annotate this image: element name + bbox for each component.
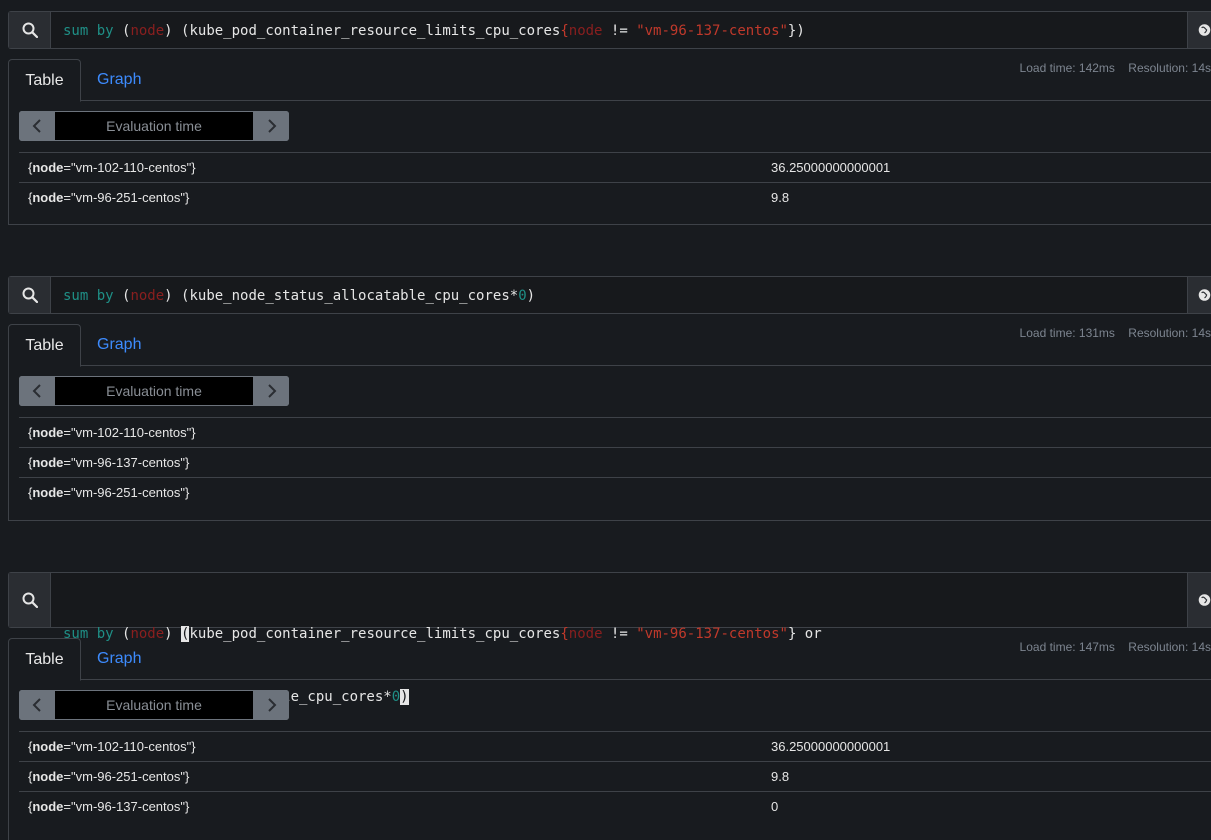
expression-token: ) — [526, 288, 536, 304]
prev-time-button[interactable] — [19, 111, 54, 141]
search-icon — [22, 22, 38, 38]
next-time-button[interactable] — [254, 690, 289, 720]
chevron-right-icon — [267, 698, 276, 712]
series-label: {node="vm-102-110-centos"} — [28, 160, 196, 175]
metrics-explorer-button[interactable] — [1187, 573, 1211, 627]
view-tabs: Table Graph — [8, 59, 1211, 102]
tab-table[interactable]: Table — [8, 324, 81, 367]
expression-token: sum by — [63, 288, 123, 304]
expression-input[interactable]: sum by (node) (kube_node_status_allocata… — [63, 286, 1181, 307]
evaluation-time-input[interactable]: Evaluation time — [55, 691, 253, 719]
chevron-right-icon — [267, 119, 276, 133]
prev-time-button[interactable] — [19, 690, 54, 720]
table-row: {node="vm-96-251-centos"} — [19, 477, 1211, 507]
table-row: {node="vm-102-110-centos"} — [19, 417, 1211, 447]
view-tabs: Table Graph — [8, 638, 1211, 681]
evaluation-time-input[interactable]: Evaluation time — [55, 112, 253, 140]
table-content: Evaluation time {node="vm-102-110-centos… — [8, 101, 1211, 225]
execute-button[interactable] — [9, 573, 51, 627]
expression-token: ) (kube_node_status_allocatable_cpu_core… — [164, 288, 519, 304]
expression-token: node — [568, 23, 603, 39]
metrics-explorer-button[interactable] — [1187, 277, 1211, 313]
result-table: {node="vm-102-110-centos"} 36.2500000000… — [19, 731, 1211, 821]
table-row: {node="vm-96-137-centos"} 0 — [19, 791, 1211, 821]
expression-token: 0 — [518, 288, 527, 304]
metrics-explorer-button[interactable] — [1187, 12, 1211, 48]
result-table: {node="vm-102-110-centos"} 36.2500000000… — [19, 152, 1211, 212]
view-tabs: Table Graph — [8, 324, 1211, 367]
series-value: 0 — [771, 799, 779, 814]
series-label: {node="vm-96-137-centos"} — [28, 799, 190, 814]
tab-table[interactable]: Table — [8, 638, 81, 681]
evaluation-time-input[interactable]: Evaluation time — [55, 377, 253, 405]
series-label: {node="vm-96-251-centos"} — [28, 769, 190, 784]
expression-token: "vm-96-137-centos" — [636, 23, 788, 39]
evaluation-time-picker: Evaluation time — [19, 376, 289, 406]
search-icon — [22, 592, 38, 608]
series-label: {node="vm-102-110-centos"} — [28, 425, 196, 440]
execute-button[interactable] — [9, 277, 51, 313]
tab-graph[interactable]: Graph — [97, 59, 141, 101]
result-table: {node="vm-102-110-centos"} {node="vm-96-… — [19, 417, 1211, 507]
table-row: {node="vm-96-251-centos"} 9.8 — [19, 761, 1211, 791]
chevron-right-icon — [267, 384, 276, 398]
expression-token: node — [130, 23, 165, 39]
chevron-left-icon — [32, 119, 41, 133]
table-content: Evaluation time {node="vm-102-110-centos… — [8, 680, 1211, 840]
table-row: {node="vm-96-137-centos"} — [19, 447, 1211, 477]
expression-token: { — [560, 23, 569, 39]
query-bar: sum by (node) (kube_pod_container_resour… — [8, 572, 1211, 705]
table-content: Evaluation time {node="vm-102-110-centos… — [8, 366, 1211, 521]
expression-input[interactable]: sum by (node) (kube_pod_container_resour… — [63, 21, 1181, 42]
series-label: {node="vm-96-251-centos"} — [28, 190, 190, 205]
query-bar: sum by (node) (kube_pod_container_resour… — [8, 11, 1211, 49]
expression-token: != — [602, 23, 637, 39]
series-value: 9.8 — [771, 769, 790, 784]
prev-time-button[interactable] — [19, 376, 54, 406]
series-value: 36.25000000000001 — [771, 739, 891, 754]
series-value: 9.8 — [771, 190, 790, 205]
next-time-button[interactable] — [254, 376, 289, 406]
tab-table[interactable]: Table — [8, 59, 81, 102]
expression-token: ) (kube_pod_container_resource_limits_cp… — [164, 23, 561, 39]
expression-token: node — [130, 288, 165, 304]
tab-graph[interactable]: Graph — [97, 638, 141, 680]
table-row: {node="vm-102-110-centos"} 36.2500000000… — [19, 731, 1211, 761]
tab-graph[interactable]: Graph — [97, 324, 141, 366]
query-bar: sum by (node) (kube_node_status_allocata… — [8, 276, 1211, 314]
chevron-left-icon — [32, 698, 41, 712]
chevron-left-icon — [32, 384, 41, 398]
globe-icon — [1198, 24, 1211, 36]
expression-token: }) — [787, 23, 805, 39]
series-label: {node="vm-96-137-centos"} — [28, 455, 190, 470]
series-value: 36.25000000000001 — [771, 160, 891, 175]
execute-button[interactable] — [9, 12, 51, 48]
globe-icon — [1198, 289, 1211, 301]
series-label: {node="vm-96-251-centos"} — [28, 485, 190, 500]
series-label: {node="vm-102-110-centos"} — [28, 739, 196, 754]
globe-icon — [1198, 594, 1211, 606]
table-row: {node="vm-102-110-centos"} 36.2500000000… — [19, 152, 1211, 182]
search-icon — [22, 287, 38, 303]
evaluation-time-picker: Evaluation time — [19, 690, 289, 720]
next-time-button[interactable] — [254, 111, 289, 141]
expression-token: sum by — [63, 23, 123, 39]
table-row: {node="vm-96-251-centos"} 9.8 — [19, 182, 1211, 212]
evaluation-time-picker: Evaluation time — [19, 111, 289, 141]
